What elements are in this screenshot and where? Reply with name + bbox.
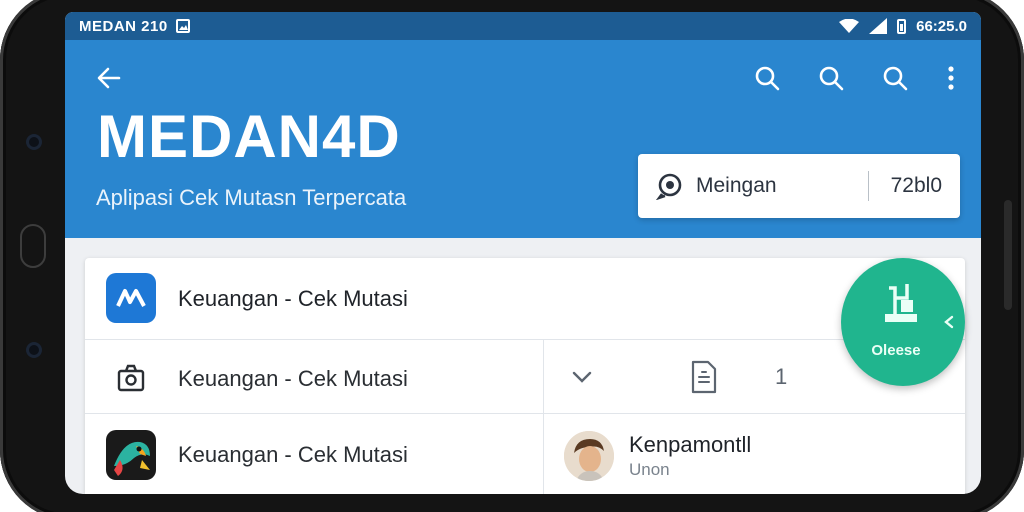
search-icon	[883, 66, 908, 91]
fab-label: Oleese	[871, 342, 921, 359]
search-box[interactable]: Meingan 72bl0	[638, 154, 960, 218]
back-button[interactable]	[93, 62, 125, 94]
search-icon	[755, 66, 780, 91]
avatar-graphic	[564, 431, 614, 481]
chevron-down-icon[interactable]	[569, 364, 595, 390]
chat-search-icon	[656, 173, 682, 200]
list-item-header[interactable]: Keuangan - Cek Mutasi	[85, 258, 965, 340]
search-button-1[interactable]	[749, 60, 785, 96]
side-button[interactable]	[1004, 200, 1012, 310]
back-arrow-icon	[97, 67, 121, 89]
search-icon	[819, 66, 844, 91]
list-item-label: Keuangan - Cek Mutasi	[178, 286, 408, 311]
search-button-2[interactable]	[813, 60, 849, 96]
user-name: Kenpamontll	[629, 432, 752, 457]
list-item-count: 1	[775, 364, 788, 389]
filter-tool-icon	[885, 284, 917, 322]
wifi-icon	[839, 19, 860, 33]
app-subtitle: Aplipasi Cek Mutasn Terpercata	[96, 185, 407, 210]
image-notification-icon	[175, 19, 190, 33]
document-icon[interactable]	[689, 360, 719, 394]
parrot-app-icon	[106, 430, 156, 480]
status-right: 66:25.0	[839, 18, 967, 35]
signal-icon	[869, 18, 888, 34]
status-bar: MEDAN 210 66:25.0	[65, 12, 981, 40]
status-left: MEDAN 210	[79, 18, 190, 35]
camera-lens	[26, 134, 42, 150]
search-divider	[867, 171, 869, 201]
logo-mark	[116, 289, 146, 307]
user-subtitle: Unon	[629, 460, 670, 479]
list-item[interactable]: Keuangan - Cek Mutasi Kenpamontll Unon	[85, 414, 965, 494]
more-vert-icon	[948, 66, 954, 90]
search-count: 72bl0	[890, 174, 942, 197]
list-item[interactable]: Keuangan - Cek Mutasi 1	[85, 340, 965, 414]
list-item-label: Keuangan - Cek Mutasi	[178, 442, 408, 467]
avatar[interactable]	[564, 431, 614, 481]
app-logo-icon	[106, 273, 156, 323]
screen: MEDAN 210 66:25.0 MEDAN4D Aplipasi Cek M…	[65, 12, 981, 494]
sensor-dot	[26, 342, 42, 358]
search-button-3[interactable]	[877, 60, 913, 96]
list-item-label: Keuangan - Cek Mutasi	[178, 366, 408, 391]
more-options-button[interactable]	[941, 60, 961, 96]
status-left-text: MEDAN 210	[79, 17, 168, 35]
home-button[interactable]	[20, 224, 46, 268]
app-title: MEDAN4D	[97, 103, 401, 170]
parrot-graphic	[114, 441, 150, 476]
floating-action-button[interactable]: Oleese	[841, 258, 965, 386]
status-time: 66:25.0	[916, 17, 967, 35]
top-actions	[749, 60, 961, 96]
battery-icon	[897, 18, 907, 34]
search-label: Meingan	[696, 174, 777, 197]
list-card: Keuangan - Cek Mutasi Keuangan - Cek Mut…	[85, 258, 965, 494]
camera-icon	[117, 364, 145, 392]
chevron-left-icon	[944, 315, 954, 329]
